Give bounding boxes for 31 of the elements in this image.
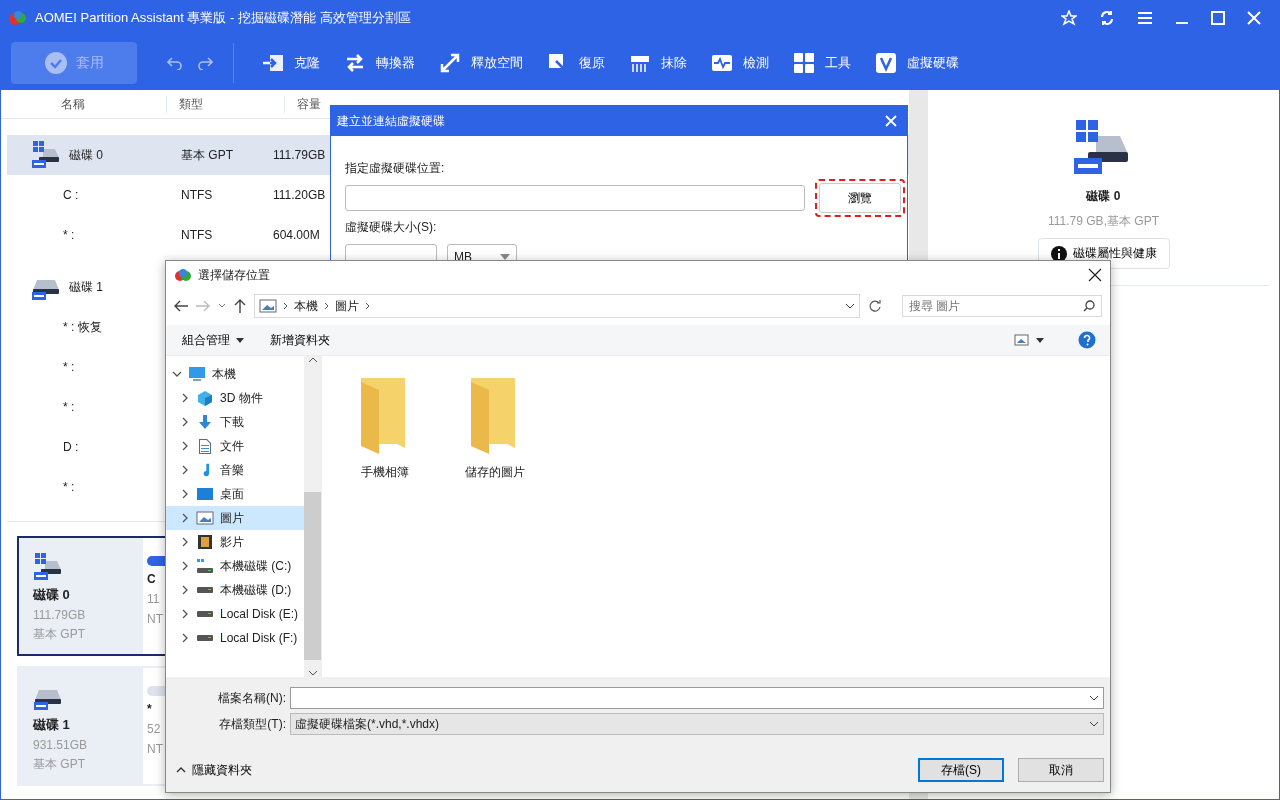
disk-size: 111.79GB	[33, 608, 87, 622]
disk-name: 磁碟 0	[69, 146, 103, 164]
dialog-title: 建立並連結虛擬硬碟	[337, 112, 445, 130]
disk-name: C :	[63, 188, 79, 202]
partition-size: 11	[147, 592, 160, 606]
disk-type: 基本 GPT	[33, 626, 86, 643]
table-cell-text: NTFS	[181, 228, 214, 242]
partition-name: *	[147, 702, 152, 716]
table-cell-text: 基本 GPT	[181, 146, 234, 164]
partition-name: C	[147, 572, 156, 586]
disk-name: 磁碟 1	[69, 278, 103, 296]
table-cell: 604.00M	[273, 228, 320, 242]
table-cell: 111.20GB	[273, 188, 326, 202]
window-title: AOMEI Partition Assistant 專業版 - 挖掘磁碟潛能 高效管理分割區	[35, 9, 411, 27]
partition-size: 52	[147, 722, 161, 736]
table-cell: 111.79GB	[273, 148, 326, 162]
dialog-title: 選擇儲存位置	[198, 266, 270, 284]
field-label: 指定虛擬硬碟位置:	[345, 160, 445, 177]
table-cell-text: NTFS	[181, 188, 214, 202]
disk-info: 111.79 GB,基本 GPT	[1048, 213, 1159, 230]
partition-fs: NT	[147, 612, 163, 626]
disk-name: 磁碟 0	[33, 586, 71, 604]
partition-fs: NT	[147, 742, 163, 756]
field-label: 存檔類型(T):	[218, 715, 286, 733]
disk-name: 磁碟 0	[1086, 188, 1121, 205]
disk-size: 931.51GB	[33, 738, 89, 752]
disk-type: 基本 GPT	[33, 756, 86, 773]
field-label: 虛擬硬碟大小(S):	[345, 219, 437, 236]
field-label: 檔案名稱(N):	[217, 689, 286, 707]
disk-name: 磁碟 1	[33, 716, 71, 734]
disk-name: * :	[63, 228, 75, 242]
